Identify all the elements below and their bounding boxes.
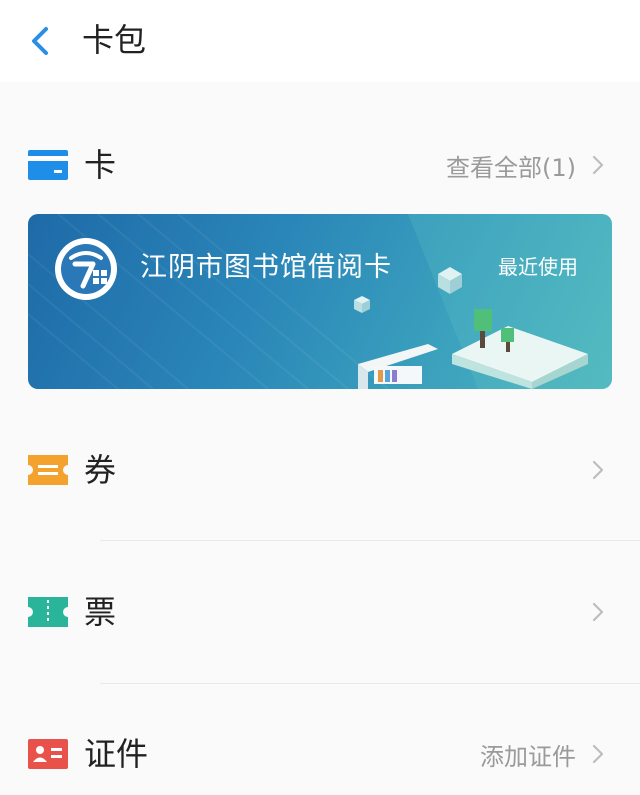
- view-all-cards-text: 查看全部(1): [446, 153, 576, 182]
- section-cards: 卡 查看全部(1): [0, 145, 640, 185]
- divider: [100, 540, 640, 541]
- chevron-right-icon: [592, 460, 604, 480]
- section-label-cards: 卡: [84, 146, 117, 184]
- section-label-coupons: 券: [84, 451, 117, 489]
- library-logo-icon: [55, 238, 117, 300]
- add-id-text: 添加证件: [480, 742, 576, 771]
- section-label-ids: 证件: [84, 735, 149, 773]
- coupon-icon: [28, 455, 68, 485]
- card-icon: [28, 150, 68, 180]
- chevron-right-icon: [592, 744, 604, 764]
- chevron-left-icon: [32, 27, 48, 55]
- back-button[interactable]: [18, 16, 66, 64]
- divider: [100, 683, 640, 684]
- add-id-link[interactable]: 添加证件: [480, 734, 604, 774]
- top-bar: 卡包: [0, 0, 640, 82]
- recently-used-badge: 最近使用: [498, 255, 578, 279]
- chevron-right-icon: [592, 602, 604, 622]
- section-label-tickets: 票: [84, 593, 117, 631]
- coupons-chevron-button[interactable]: [592, 450, 604, 490]
- section-tickets[interactable]: 票: [0, 592, 640, 632]
- section-coupons[interactable]: 券: [0, 450, 640, 490]
- tickets-chevron-button[interactable]: [592, 592, 604, 632]
- ticket-icon: [28, 597, 68, 627]
- library-card[interactable]: 江阴市图书馆借阅卡 最近使用: [28, 214, 612, 389]
- library-card-name: 江阴市图书馆借阅卡: [140, 252, 392, 283]
- page-title: 卡包: [82, 21, 147, 59]
- view-all-cards-link[interactable]: 查看全部(1): [446, 145, 604, 185]
- id-card-icon: [28, 739, 68, 769]
- section-ids[interactable]: 证件 添加证件: [0, 734, 640, 774]
- chevron-right-icon: [592, 155, 604, 175]
